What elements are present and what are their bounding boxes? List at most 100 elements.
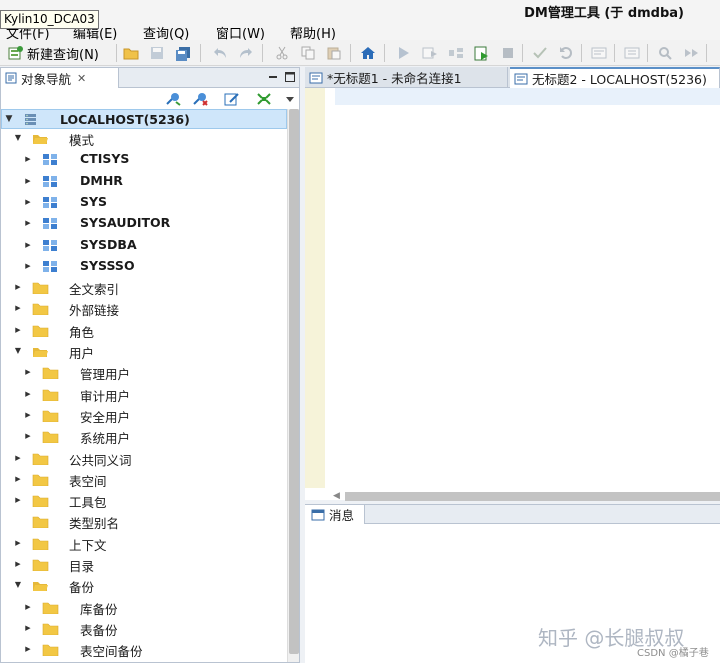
schema-icon <box>43 176 57 187</box>
minimize-icon[interactable] <box>267 71 279 83</box>
redo-icon[interactable] <box>236 43 256 63</box>
tree-node[interactable]: ▶ 审计用户 <box>1 384 287 404</box>
chevron-down-icon[interactable]: ▼ <box>4 114 14 124</box>
tree-node[interactable]: ▼ 用户 <box>1 341 287 361</box>
tree-node-label: 管理用户 <box>80 367 131 382</box>
chevron-right-icon[interactable]: ▶ <box>13 453 23 463</box>
chevron-right-icon[interactable]: ▶ <box>13 474 23 484</box>
chevron-right-icon[interactable]: ▶ <box>23 197 33 207</box>
tree-node[interactable]: ▶ SYSSSO <box>1 256 287 276</box>
rollback-icon[interactable] <box>556 43 576 63</box>
tree-node[interactable]: 类型别名 <box>1 511 287 531</box>
debug-icon[interactable] <box>681 43 701 63</box>
tab-untitled-1[interactable]: *无标题1 - 未命名连接1 <box>305 67 508 88</box>
tree-node[interactable]: ▶ CTISYS <box>1 149 287 169</box>
sql-editor[interactable] <box>305 88 720 500</box>
navigator-scrollbar[interactable] <box>287 109 299 662</box>
tree-node[interactable]: ▶ 公共同义词 <box>1 448 287 468</box>
tree-node[interactable]: ▶ 管理用户 <box>1 362 287 382</box>
tree-node[interactable]: ▶ 库备份 <box>1 597 287 617</box>
stop-icon[interactable] <box>498 43 518 63</box>
chevron-right-icon[interactable]: ▶ <box>13 303 23 313</box>
tab-untitled-2[interactable]: 无标题2 - LOCALHOST(5236) <box>510 67 720 88</box>
close-icon[interactable]: ✕ <box>77 72 86 85</box>
tree-node[interactable]: ▼ 备份 <box>1 575 287 595</box>
new-query-label: 新建查询(N) <box>27 47 99 63</box>
chevron-right-icon[interactable]: ▶ <box>23 410 33 420</box>
commit-icon[interactable] <box>530 43 550 63</box>
tree-node[interactable]: ▶ 安全用户 <box>1 405 287 425</box>
execute-icon[interactable] <box>394 43 414 63</box>
tree-root-localhost[interactable]: ▼ LOCALHOST(5236) <box>1 109 287 129</box>
chevron-right-icon[interactable]: ▶ <box>23 389 33 399</box>
tree-node[interactable]: ▶ SYS <box>1 192 287 212</box>
view-menu-icon[interactable] <box>281 91 299 107</box>
tree-node[interactable]: ▶ 表空间 <box>1 469 287 489</box>
editor-horizontal-scrollbar[interactable] <box>345 492 720 501</box>
chevron-right-icon[interactable]: ▶ <box>23 431 33 441</box>
chevron-right-icon[interactable]: ▶ <box>23 644 33 654</box>
explain-icon[interactable] <box>446 43 466 63</box>
tree-node[interactable]: ▶ SYSAUDITOR <box>1 213 287 233</box>
copy-icon[interactable] <box>298 43 318 63</box>
tree-node[interactable]: ▶ DMHR <box>1 171 287 191</box>
chevron-right-icon[interactable]: ▶ <box>23 176 33 186</box>
chevron-down-icon[interactable]: ▼ <box>13 580 23 590</box>
toolbar-divider <box>581 44 582 62</box>
chevron-right-icon[interactable]: ▶ <box>23 602 33 612</box>
navigator-tab-label: 对象导航 <box>21 71 72 87</box>
tree-node[interactable]: ▶ 角色 <box>1 320 287 340</box>
tree-node[interactable]: ▶ 工具包 <box>1 490 287 510</box>
schema-icon <box>43 218 57 229</box>
chevron-right-icon[interactable]: ▶ <box>23 623 33 633</box>
tree-node[interactable]: ▶ 系统用户 <box>1 426 287 446</box>
tree-node[interactable]: ▶ 表空间备份 <box>1 639 287 659</box>
expand-all-icon[interactable] <box>255 91 273 107</box>
new-query-button[interactable]: 新建查询(N) <box>8 43 99 63</box>
chevron-right-icon[interactable]: ▶ <box>13 559 23 569</box>
tree-node[interactable]: ▶归档备份 <box>1 661 287 662</box>
chevron-right-icon[interactable]: ▶ <box>23 367 33 377</box>
tree-node[interactable]: ▼ 模式 <box>1 128 287 148</box>
scrollbar-thumb[interactable] <box>289 109 299 654</box>
tree-node[interactable]: ▶ 目录 <box>1 554 287 574</box>
maximize-icon[interactable] <box>284 71 296 83</box>
chevron-right-icon[interactable]: ▶ <box>13 325 23 335</box>
toolbar-divider <box>350 44 351 62</box>
disconnect-icon[interactable] <box>191 91 209 107</box>
cut-icon[interactable] <box>272 43 292 63</box>
chevron-right-icon[interactable]: ▶ <box>13 538 23 548</box>
tree-node[interactable]: ▶ 外部链接 <box>1 298 287 318</box>
chevron-down-icon[interactable]: ▼ <box>13 133 23 143</box>
tree-node[interactable]: ▶ 表备份 <box>1 618 287 638</box>
connect-icon[interactable] <box>164 91 182 107</box>
tree-node-label: 用户 <box>69 346 95 361</box>
chevron-right-icon[interactable]: ▶ <box>13 495 23 505</box>
tree-node-label: 表空间备份 <box>80 644 143 659</box>
format-sql-icon[interactable] <box>589 43 609 63</box>
chevron-down-icon[interactable]: ▼ <box>13 346 23 356</box>
execute-plan-icon[interactable] <box>420 43 440 63</box>
chevron-right-icon[interactable]: ▶ <box>23 218 33 228</box>
chevron-right-icon[interactable]: ▶ <box>23 240 33 250</box>
edit-icon[interactable] <box>223 91 241 107</box>
save-all-icon[interactable] <box>173 43 193 63</box>
tab-object-navigator[interactable]: 对象导航 ✕ <box>1 68 119 88</box>
find-replace-icon[interactable] <box>655 43 675 63</box>
chevron-right-icon[interactable]: ▶ <box>23 154 33 164</box>
chevron-right-icon[interactable]: ▶ <box>13 282 23 292</box>
folder-icon <box>42 623 59 635</box>
scroll-left-icon[interactable]: ◀ <box>333 491 340 501</box>
tree-node[interactable]: ▶ 上下文 <box>1 533 287 553</box>
paste-icon[interactable] <box>324 43 344 63</box>
tab-messages[interactable]: 消息 <box>305 505 365 524</box>
tree-node[interactable]: ▶ SYSDBA <box>1 235 287 255</box>
chevron-right-icon[interactable]: ▶ <box>23 261 33 271</box>
save-icon[interactable] <box>147 43 167 63</box>
run-script-icon[interactable] <box>472 43 492 63</box>
sql-options-icon[interactable] <box>622 43 642 63</box>
home-icon[interactable] <box>358 43 378 63</box>
tree-node[interactable]: ▶ 全文索引 <box>1 277 287 297</box>
undo-icon[interactable] <box>210 43 230 63</box>
open-folder-icon[interactable] <box>121 43 141 63</box>
